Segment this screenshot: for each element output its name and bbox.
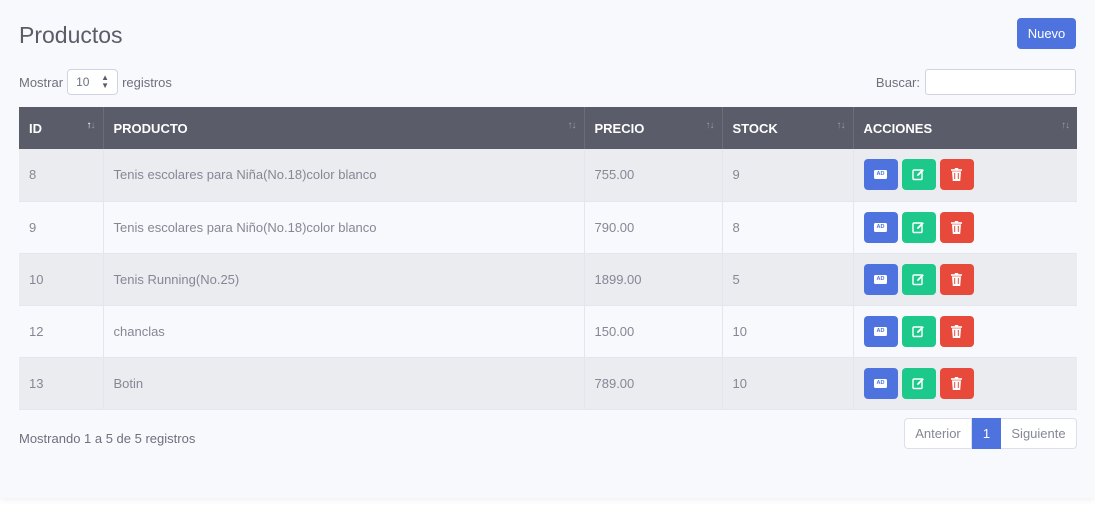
- cell-stock: 10: [722, 357, 854, 410]
- cell-product: Tenis Running(No.25): [103, 253, 585, 306]
- edit-button[interactable]: [901, 159, 936, 191]
- column-header-id[interactable]: ID ↑↓: [19, 107, 104, 149]
- table-row: 8 Tenis escolares para Niña(No.18)color …: [19, 149, 1077, 202]
- edit-icon: [912, 325, 924, 337]
- edit-icon: [912, 377, 924, 389]
- cell-stock: 10: [722, 305, 854, 358]
- view-button[interactable]: AD: [863, 211, 898, 243]
- id-card-icon: AD: [874, 274, 887, 284]
- view-button[interactable]: AD: [863, 315, 898, 347]
- edit-button[interactable]: [901, 263, 936, 295]
- cell-stock: 5: [722, 253, 854, 306]
- trash-icon: [951, 168, 962, 182]
- search-label: Buscar:: [875, 74, 920, 90]
- cell-price: 790.00: [584, 201, 723, 254]
- select-arrows-icon: ▲ ▼: [101, 73, 110, 90]
- cell-price: 755.00: [584, 149, 723, 202]
- id-card-icon: AD: [874, 326, 887, 336]
- table-info: Mostrando 1 a 5 de 5 registros: [19, 431, 196, 446]
- edit-icon: [912, 273, 924, 285]
- cell-id: 10: [19, 253, 104, 306]
- page-title: Productos: [19, 22, 123, 48]
- id-card-icon: AD: [874, 222, 887, 232]
- length-select[interactable]: 10 ▲ ▼: [67, 69, 119, 95]
- products-card: Productos Nuevo Mostrar 10 ▲ ▼ registros …: [0, 0, 1095, 498]
- column-header-actions[interactable]: ACCIONES ↑↓: [853, 107, 1077, 149]
- cell-price: 789.00: [584, 357, 723, 410]
- edit-button[interactable]: [901, 315, 936, 347]
- cell-stock: 8: [722, 201, 854, 254]
- cell-price: 1899.00: [584, 253, 723, 306]
- cell-product: Tenis escolares para Niña(No.18)color bl…: [103, 149, 585, 202]
- table-row: 10 Tenis Running(No.25) 1899.00 5 AD: [19, 253, 1077, 306]
- table-row: 13 Botin 789.00 10 AD: [19, 357, 1077, 410]
- cell-actions: AD: [853, 149, 1077, 202]
- cell-stock: 9: [722, 149, 854, 202]
- column-header-product[interactable]: PRODUCTO ↑↓: [103, 107, 585, 149]
- length-select-value: 10: [76, 75, 90, 89]
- table-row: 12 chanclas 150.00 10 AD: [19, 305, 1077, 358]
- sort-icon: ↑↓: [86, 120, 96, 131]
- cell-actions: AD: [853, 305, 1077, 358]
- page-1-button[interactable]: 1: [972, 418, 1001, 449]
- trash-icon: [951, 324, 962, 338]
- delete-button[interactable]: [939, 159, 974, 191]
- column-header-label: PRECIO: [594, 120, 645, 136]
- length-suffix-label: registros: [122, 74, 172, 90]
- delete-button[interactable]: [939, 367, 974, 399]
- cell-price: 150.00: [584, 305, 723, 358]
- column-header-label: PRODUCTO: [113, 120, 188, 136]
- edit-icon: [912, 169, 924, 181]
- length-control: Mostrar 10 ▲ ▼ registros: [19, 69, 172, 95]
- delete-button[interactable]: [939, 263, 974, 295]
- edit-icon: [912, 221, 924, 233]
- delete-button[interactable]: [939, 315, 974, 347]
- sort-icon: ↑↓: [836, 120, 846, 131]
- edit-button[interactable]: [901, 367, 936, 399]
- cell-actions: AD: [853, 201, 1077, 254]
- trash-icon: [951, 220, 962, 234]
- cell-product: Tenis escolares para Niño(No.18)color bl…: [103, 201, 585, 254]
- sort-icon: ↑↓: [1061, 120, 1070, 131]
- column-header-label: ID: [29, 120, 42, 136]
- cell-id: 12: [19, 305, 104, 358]
- column-header-label: ACCIONES: [863, 120, 933, 136]
- view-button[interactable]: AD: [863, 367, 898, 399]
- sort-icon: ↑↓: [567, 120, 577, 131]
- view-button[interactable]: AD: [863, 159, 898, 191]
- sort-icon: ↑↓: [705, 120, 715, 131]
- delete-button[interactable]: [939, 211, 974, 243]
- column-header-label: STOCK: [732, 120, 778, 136]
- table-header-row: ID ↑↓ PRODUCTO ↑↓ PRECIO ↑↓ STOCK ↑↓ ACC…: [19, 107, 1077, 149]
- edit-button[interactable]: [901, 211, 936, 243]
- products-table: ID ↑↓ PRODUCTO ↑↓ PRECIO ↑↓ STOCK ↑↓ ACC…: [19, 107, 1077, 410]
- column-header-price[interactable]: PRECIO ↑↓: [584, 107, 723, 149]
- id-card-icon: AD: [874, 378, 887, 388]
- cell-product: Botin: [103, 357, 585, 410]
- trash-icon: [951, 272, 962, 286]
- cell-actions: AD: [853, 357, 1077, 410]
- table-row: 9 Tenis escolares para Niño(No.18)color …: [19, 201, 1077, 254]
- length-prefix-label: Mostrar: [19, 74, 64, 90]
- search-control: Buscar:: [876, 69, 1076, 95]
- id-card-icon: AD: [874, 170, 887, 180]
- cell-id: 8: [19, 149, 104, 202]
- trash-icon: [951, 376, 962, 390]
- previous-page-button[interactable]: Anterior: [904, 418, 972, 449]
- new-product-button[interactable]: Nuevo: [1017, 18, 1076, 49]
- cell-id: 13: [19, 357, 104, 410]
- next-page-button[interactable]: Siguiente: [1001, 418, 1077, 449]
- cell-product: chanclas: [103, 305, 585, 358]
- search-input[interactable]: [925, 69, 1076, 95]
- pagination: Anterior 1 Siguiente: [904, 418, 1077, 449]
- column-header-stock[interactable]: STOCK ↑↓: [722, 107, 854, 149]
- view-button[interactable]: AD: [863, 263, 898, 295]
- cell-actions: AD: [853, 253, 1077, 306]
- cell-id: 9: [19, 201, 104, 254]
